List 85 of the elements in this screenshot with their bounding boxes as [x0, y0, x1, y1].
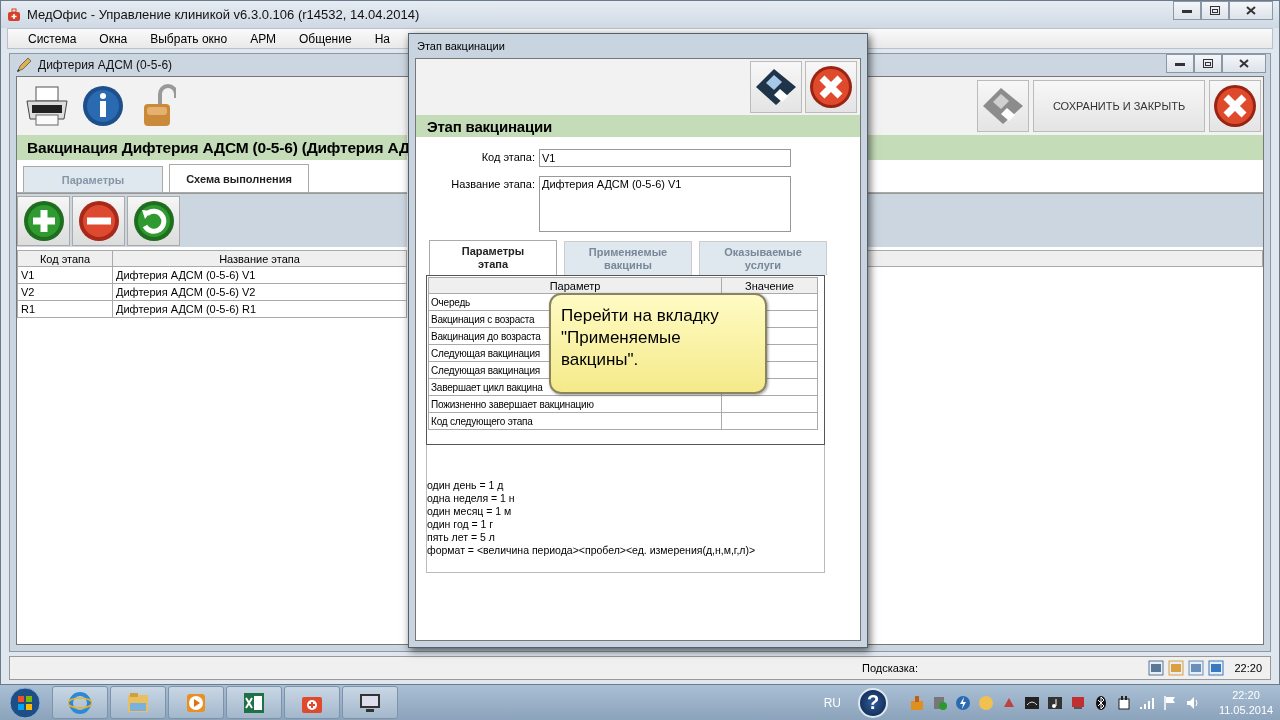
table-cell: R1	[17, 300, 113, 318]
document-icon	[1188, 660, 1205, 676]
taskbar-app-button[interactable]	[284, 686, 340, 719]
table-cell: Дифтерия АДСМ (0-5-6) V1	[112, 266, 407, 284]
medical-bag-icon	[7, 7, 21, 22]
save-button[interactable]	[750, 61, 802, 113]
note-text: один год = 1 г	[427, 518, 495, 531]
maximize-icon	[1203, 59, 1213, 68]
tab[interactable]: Схема выполнения	[169, 164, 309, 192]
field-label: Название этапа:	[450, 177, 535, 190]
field-label: Код этапа:	[480, 150, 535, 163]
tab[interactable]: Параметры этапа	[429, 240, 557, 275]
note-text: один месяц = 1 м	[427, 505, 513, 518]
printer-icon	[24, 85, 70, 127]
clock-time: 22:20	[1232, 687, 1260, 703]
refresh-button[interactable]	[127, 196, 180, 246]
remove-button[interactable]	[72, 196, 125, 246]
save-and-close-button[interactable]: СОХРАНИТЬ И ЗАКРЫТЬ	[1033, 80, 1205, 132]
close-button[interactable]	[1209, 80, 1261, 132]
close-icon	[1213, 84, 1257, 128]
bluetooth-icon[interactable]	[1093, 694, 1109, 711]
pencil-icon	[1168, 660, 1185, 676]
table-cell: Дифтерия АДСМ (0-5-6) V2	[112, 283, 407, 301]
minus-icon	[77, 200, 120, 242]
text-field[interactable]: V1	[539, 149, 791, 167]
menu-item[interactable]: АРМ	[242, 31, 291, 46]
close-button[interactable]	[1229, 1, 1273, 20]
padlock-open-icon	[142, 84, 176, 128]
note-text: пять лет = 5 л	[427, 531, 496, 544]
maximize-button[interactable]	[1194, 54, 1222, 73]
add-button[interactable]	[17, 196, 70, 246]
close-icon	[809, 65, 853, 109]
help-button[interactable]: ?	[858, 687, 888, 718]
minimize-button[interactable]	[1166, 54, 1194, 73]
note-text: один день = 1 д	[427, 479, 505, 492]
table-cell: Код следующего этапа	[428, 412, 722, 430]
folder-icon	[126, 690, 150, 715]
status-label: Подсказка:	[862, 662, 920, 674]
window-icon	[1208, 660, 1225, 676]
table-cell: Пожизненно завершает вакцинацию	[428, 395, 722, 413]
section-heading: Этап вакцинации	[427, 117, 552, 135]
menu-item[interactable]: Система	[20, 31, 92, 46]
minimize-icon	[1175, 61, 1185, 66]
column-header: Значение	[721, 277, 818, 294]
text-area[interactable]: Дифтерия АДСМ (0-5-6) V1	[539, 176, 791, 232]
taskbar-app-button[interactable]	[226, 686, 282, 719]
dialog-title: Этап вакцинации	[416, 39, 506, 54]
menu-item[interactable]: На	[366, 31, 405, 46]
globe-icon	[68, 690, 92, 715]
pencil-icon	[16, 57, 32, 73]
note-text: одна неделя = 1 н	[427, 492, 516, 505]
list-icon	[1148, 660, 1165, 676]
table-cell: V2	[17, 283, 113, 301]
close-button[interactable]	[805, 61, 857, 113]
menu-item[interactable]: Выбрать окно	[142, 31, 243, 46]
minimize-button[interactable]	[1173, 1, 1201, 20]
status-time: 22:20	[1234, 662, 1262, 674]
windows-logo-icon	[9, 686, 41, 719]
maximize-icon	[1210, 6, 1220, 15]
refresh-icon	[132, 200, 175, 242]
plus-icon	[22, 200, 65, 242]
column-header: Код этапа	[17, 250, 113, 267]
column-header: Название этапа	[112, 250, 407, 267]
maximize-button[interactable]	[1201, 1, 1229, 20]
close-button[interactable]	[1222, 54, 1266, 73]
music-note-icon[interactable]	[1047, 694, 1063, 711]
taskbar-app-button[interactable]	[342, 686, 398, 719]
column-header: Параметр	[428, 277, 722, 294]
window-title: МедОфис - Управление клиникой v6.3.0.106 (r14532, 14.04.2014)	[27, 7, 420, 22]
spreadsheet-icon	[242, 690, 266, 715]
menu-item[interactable]: Общение	[291, 31, 367, 46]
table-cell: V1	[17, 266, 113, 284]
wave-icon[interactable]	[1024, 694, 1040, 711]
tooltip-callout: Перейти на вкладку "Применяемые вакцины".	[549, 293, 767, 394]
minimize-icon	[1182, 8, 1192, 13]
table-cell: Дифтерия АДСМ (0-5-6) R1	[112, 300, 407, 318]
window-title: Дифтерия АДСМ (0-5-6)	[38, 58, 173, 72]
info-icon	[82, 85, 124, 127]
tray-app-icon[interactable]	[1070, 694, 1086, 711]
clock-date: 11.05.2014	[1218, 702, 1274, 718]
close-icon	[1246, 6, 1256, 15]
note-text: формат = <величина периода><пробел><ед. измерения(д,н,м,г,л)>	[427, 544, 757, 557]
lightning-icon[interactable]	[955, 694, 971, 711]
menu-item[interactable]: Окна	[91, 31, 143, 46]
close-icon	[1239, 59, 1249, 68]
